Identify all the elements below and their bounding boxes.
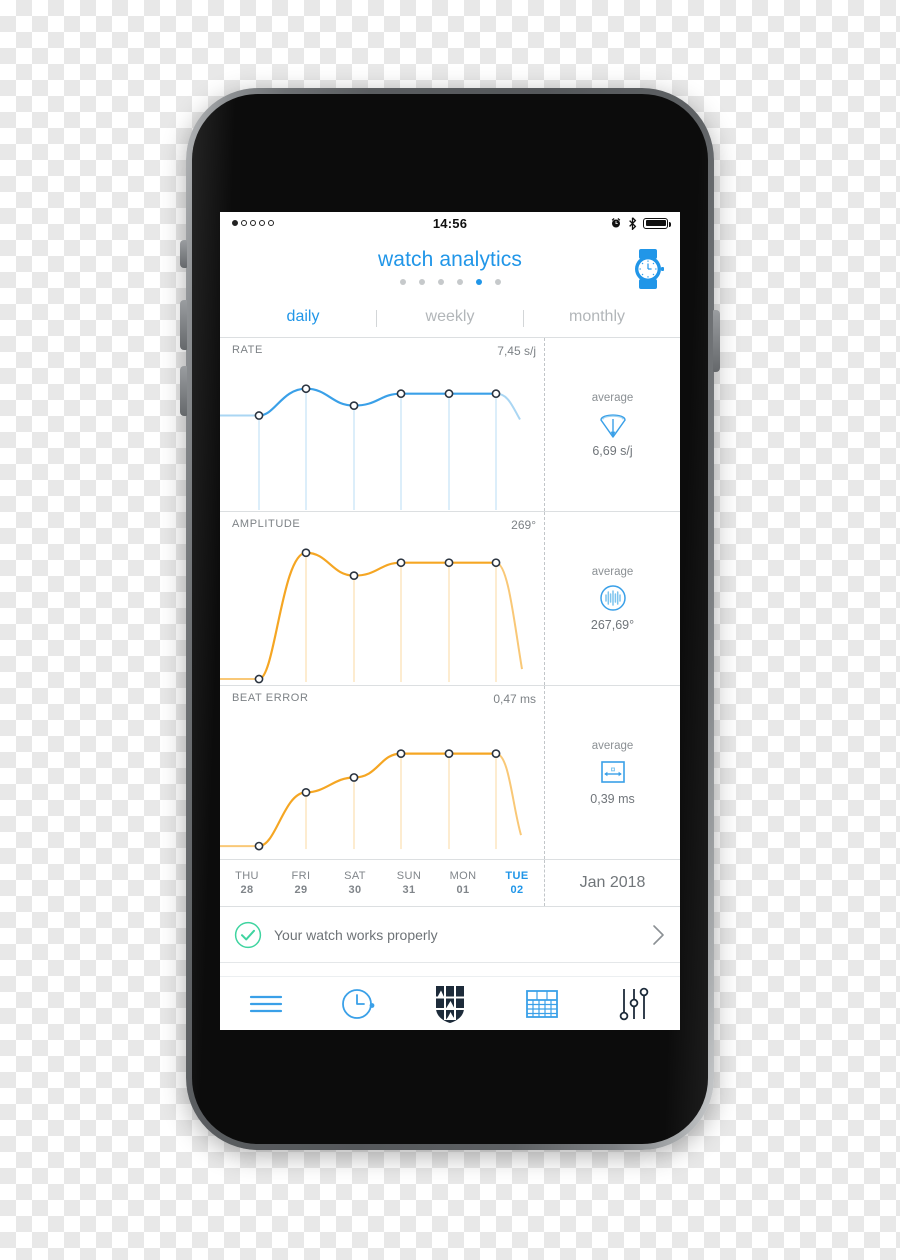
day-cell-sat[interactable]: SAT 30: [328, 860, 382, 906]
health-status-text: Your watch works properly: [274, 926, 438, 943]
sliders-icon: [618, 987, 650, 1021]
day-number: 29: [294, 884, 308, 896]
day-name: SUN: [396, 870, 422, 882]
chart-rate-svg: [220, 384, 521, 511]
day-cell-mon[interactable]: MON 01: [436, 860, 490, 906]
tabbar-item-brand[interactable]: [404, 977, 496, 1030]
chart-beat-error-average-value: 0,39 ms: [590, 791, 635, 806]
tab-weekly[interactable]: weekly: [377, 308, 523, 330]
app-header: watch analytics: [220, 234, 680, 300]
page-title: watch analytics: [378, 248, 522, 271]
days-axis[interactable]: THU 28 FRI 29 SAT 30 SUN 31 MON 01 TUE 0…: [220, 860, 680, 907]
silent-switch[interactable]: [180, 240, 187, 268]
power-button[interactable]: [713, 310, 720, 372]
days-axis-labels: THU 28 FRI 29 SAT 30 SUN 31 MON 01 TUE 0…: [220, 860, 544, 906]
chart-amplitude-average: average 267,69°: [544, 512, 680, 685]
chart-rate-plot: RATE 7,45 s/j: [220, 338, 544, 511]
day-number: 30: [348, 884, 362, 896]
chart-amplitude-average-label: average: [591, 565, 634, 578]
chart-beat-error-average: average 0,39 ms: [544, 686, 680, 859]
page-indicator-dots[interactable]: [220, 279, 680, 285]
chart-rate-average: average 6,69 s/j: [544, 338, 680, 511]
check-circle-icon: [234, 921, 262, 949]
chart-rate-average-value: 6,69 s/j: [592, 443, 633, 458]
day-number: 31: [402, 884, 416, 896]
beat-error-box-icon: [596, 755, 630, 789]
day-name: FRI: [291, 870, 311, 882]
calendar-icon: [525, 988, 559, 1020]
day-number: 28: [240, 884, 254, 896]
day-name: TUE: [505, 870, 529, 882]
wristwatch-icon[interactable]: [628, 248, 668, 290]
crest-icon: [433, 984, 467, 1024]
day-name: MON: [449, 870, 477, 882]
day-cell-fri[interactable]: FRI 29: [274, 860, 328, 906]
day-number: 02: [510, 884, 524, 896]
amplitude-circle-icon: [596, 581, 630, 615]
chart-rate-average-label: average: [591, 391, 634, 404]
chart-beat-error[interactable]: BEAT ERROR 0,47 ms average 0,39 ms: [220, 686, 680, 860]
chart-beat-error-average-label: average: [591, 739, 634, 752]
day-cell-sun[interactable]: SUN 31: [382, 860, 436, 906]
tabbar-item-calendar[interactable]: [496, 977, 588, 1030]
day-name: THU: [235, 870, 259, 882]
chart-amplitude-plot: AMPLITUDE 269°: [220, 512, 544, 685]
tabbar-item-timegrapher[interactable]: [312, 977, 404, 1030]
chart-beat-error-svg: [220, 749, 522, 851]
battery-icon: [643, 217, 671, 229]
bottom-tab-bar[interactable]: [220, 976, 680, 1030]
clock-icon: [340, 986, 376, 1022]
status-bar: 14:56: [220, 212, 680, 234]
day-number: 01: [456, 884, 470, 896]
chart-amplitude-average-value: 267,69°: [590, 617, 635, 632]
menu-icon: [249, 992, 283, 1016]
chart-rate[interactable]: RATE 7,45 s/j average 6,69 s/j: [220, 338, 680, 512]
period-tabs[interactable]: daily weekly monthly: [220, 300, 680, 338]
chart-amplitude-svg: [220, 548, 523, 684]
day-name: SAT: [344, 870, 366, 882]
health-status-row[interactable]: Your watch works properly: [220, 907, 680, 963]
tabbar-item-menu[interactable]: [220, 977, 312, 1030]
volume-up-button[interactable]: [180, 300, 187, 350]
chevron-right-icon[interactable]: [652, 924, 666, 946]
tab-daily[interactable]: daily: [230, 308, 376, 330]
tab-monthly[interactable]: monthly: [524, 308, 670, 330]
day-cell-thu[interactable]: THU 28: [220, 860, 274, 906]
month-label: Jan 2018: [544, 860, 680, 906]
chart-amplitude[interactable]: AMPLITUDE 269° average 267,69°: [220, 512, 680, 686]
phone-screen: 14:56 watch analytics daily weekly month…: [220, 212, 680, 1030]
day-cell-tue[interactable]: TUE 02: [490, 860, 544, 906]
chart-beat-error-plot: BEAT ERROR 0,47 ms: [220, 686, 544, 859]
tabbar-item-settings[interactable]: [588, 977, 680, 1030]
status-bar-clock: 14:56: [432, 215, 468, 231]
volume-down-button[interactable]: [180, 366, 187, 416]
beat-fan-icon: [596, 407, 630, 441]
